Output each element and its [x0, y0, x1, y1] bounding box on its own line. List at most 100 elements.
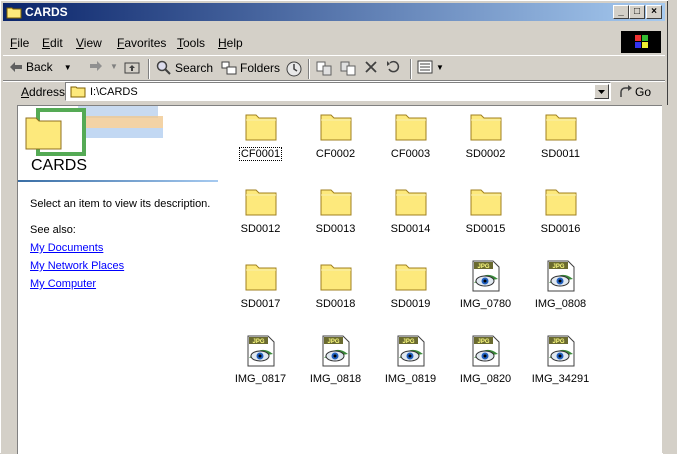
folder-item[interactable]: SD0015	[448, 184, 523, 254]
item-label: CF0001	[238, 147, 283, 161]
menu-edit[interactable]: Edit	[42, 36, 63, 50]
maximize-button[interactable]: □	[629, 5, 645, 19]
folder-icon	[469, 184, 503, 218]
copy-to-icon	[340, 61, 356, 76]
folder-item[interactable]: SD0017	[223, 259, 298, 329]
address-label: Address	[21, 85, 66, 99]
svg-text:JPG: JPG	[402, 339, 414, 345]
link-my-computer[interactable]: My Computer	[30, 278, 96, 290]
jpg-image-icon: JPG	[544, 334, 578, 368]
undo-button[interactable]	[386, 60, 402, 74]
link-my-network-places[interactable]: My Network Places	[30, 260, 124, 272]
folder-item[interactable]: CF0003	[373, 109, 448, 179]
folder-item[interactable]: SD0011	[523, 109, 598, 179]
back-button[interactable]: Back ▼	[9, 60, 72, 74]
views-button[interactable]: ▼	[417, 60, 444, 74]
jpg-file-item[interactable]: JPG IMG_34291	[523, 334, 598, 404]
move-to-button[interactable]	[315, 60, 333, 76]
jpg-file-item[interactable]: JPG IMG_0808	[523, 259, 598, 329]
folder-icon	[544, 109, 578, 143]
folder-item[interactable]: SD0019	[373, 259, 448, 329]
forward-button[interactable]: ▼	[89, 60, 118, 72]
up-folder-button[interactable]	[124, 60, 140, 74]
window-title: CARDS	[25, 5, 68, 19]
address-value: I:\CARDS	[90, 86, 138, 98]
address-input[interactable]: I:\CARDS	[65, 82, 611, 101]
item-label: CF0002	[315, 148, 356, 160]
item-label: SD0011	[541, 148, 580, 160]
toolbar-separator	[410, 59, 412, 79]
menu-file[interactable]: File	[10, 36, 29, 50]
folder-icon	[319, 184, 353, 218]
title-bar[interactable]: CARDS _ □ ×	[3, 3, 665, 21]
jpg-file-item[interactable]: JPG IMG_0780	[448, 259, 523, 329]
folder-icon	[70, 86, 86, 98]
link-my-documents[interactable]: My Documents	[30, 242, 103, 254]
folder-icon	[244, 259, 278, 293]
forward-dropdown-icon[interactable]: ▼	[110, 62, 118, 71]
close-button[interactable]: ×	[646, 5, 662, 19]
jpg-file-item[interactable]: JPG IMG_0820	[448, 334, 523, 404]
menu-tools[interactable]: Tools	[177, 36, 205, 50]
folder-view: CARDS Select an item to view its descrip…	[17, 105, 663, 454]
folder-icon	[394, 109, 428, 143]
search-label: Search	[175, 61, 214, 75]
folders-icon	[221, 61, 237, 75]
jpg-image-icon: JPG	[469, 259, 503, 293]
item-label: IMG_0817	[234, 373, 287, 385]
jpg-file-item[interactable]: JPG IMG_0819	[373, 334, 448, 404]
menu-help[interactable]: Help	[218, 36, 243, 50]
back-arrow-icon	[10, 62, 22, 72]
folder-icon	[6, 7, 22, 19]
standard-toolbar: Back ▼ ▼ Search Folders ▼	[3, 55, 665, 81]
folder-icon	[319, 109, 353, 143]
item-label: SD0018	[315, 298, 356, 310]
folder-item[interactable]: SD0018	[298, 259, 373, 329]
folder-item[interactable]: CF0002	[298, 109, 373, 179]
folder-item[interactable]: SD0013	[298, 184, 373, 254]
folder-item[interactable]: SD0016	[523, 184, 598, 254]
go-arrow-icon	[620, 85, 632, 97]
delete-button[interactable]	[364, 60, 378, 74]
folder-icon	[394, 184, 428, 218]
history-button[interactable]	[285, 60, 303, 78]
jpg-image-icon: JPG	[394, 334, 428, 368]
views-dropdown-icon[interactable]: ▼	[436, 63, 444, 72]
item-label: IMG_34291	[531, 373, 590, 385]
move-to-icon	[316, 61, 332, 76]
folder-icon	[544, 184, 578, 218]
folder-item[interactable]: CF0001	[223, 109, 298, 179]
minimize-button[interactable]: _	[613, 5, 629, 19]
svg-text:JPG: JPG	[252, 339, 264, 345]
search-button[interactable]: Search	[156, 60, 213, 76]
folder-icon	[244, 109, 278, 143]
windows-logo-icon	[621, 31, 661, 53]
item-label: IMG_0808	[534, 298, 587, 310]
folders-button[interactable]: Folders	[221, 60, 280, 76]
go-button[interactable]: Go	[619, 85, 651, 99]
jpg-image-icon: JPG	[244, 334, 278, 368]
svg-text:JPG: JPG	[552, 339, 564, 345]
menu-view[interactable]: View	[76, 36, 102, 50]
folder-item[interactable]: SD0012	[223, 184, 298, 254]
folder-icon	[469, 109, 503, 143]
scrollbar[interactable]	[662, 105, 668, 453]
toolbar-separator	[148, 59, 150, 79]
history-icon	[286, 61, 302, 77]
copy-to-button[interactable]	[339, 60, 357, 76]
folder-item[interactable]: SD0002	[448, 109, 523, 179]
folder-item[interactable]: SD0014	[373, 184, 448, 254]
explorer-window: CARDS _ □ × File Edit View Favorites Tools He…	[0, 0, 668, 454]
folder-icon	[319, 259, 353, 293]
jpg-file-item[interactable]: JPG IMG_0818	[298, 334, 373, 404]
folder-icon	[394, 259, 428, 293]
address-dropdown-button[interactable]	[594, 84, 609, 99]
toolbar-separator	[308, 59, 310, 79]
jpg-image-icon: JPG	[319, 334, 353, 368]
item-label: IMG_0818	[309, 373, 362, 385]
jpg-file-item[interactable]: JPG IMG_0817	[223, 334, 298, 404]
back-dropdown-icon[interactable]: ▼	[64, 63, 72, 72]
menu-favorites[interactable]: Favorites	[117, 36, 166, 50]
item-label: SD0014	[390, 223, 431, 235]
go-label: Go	[635, 85, 652, 99]
